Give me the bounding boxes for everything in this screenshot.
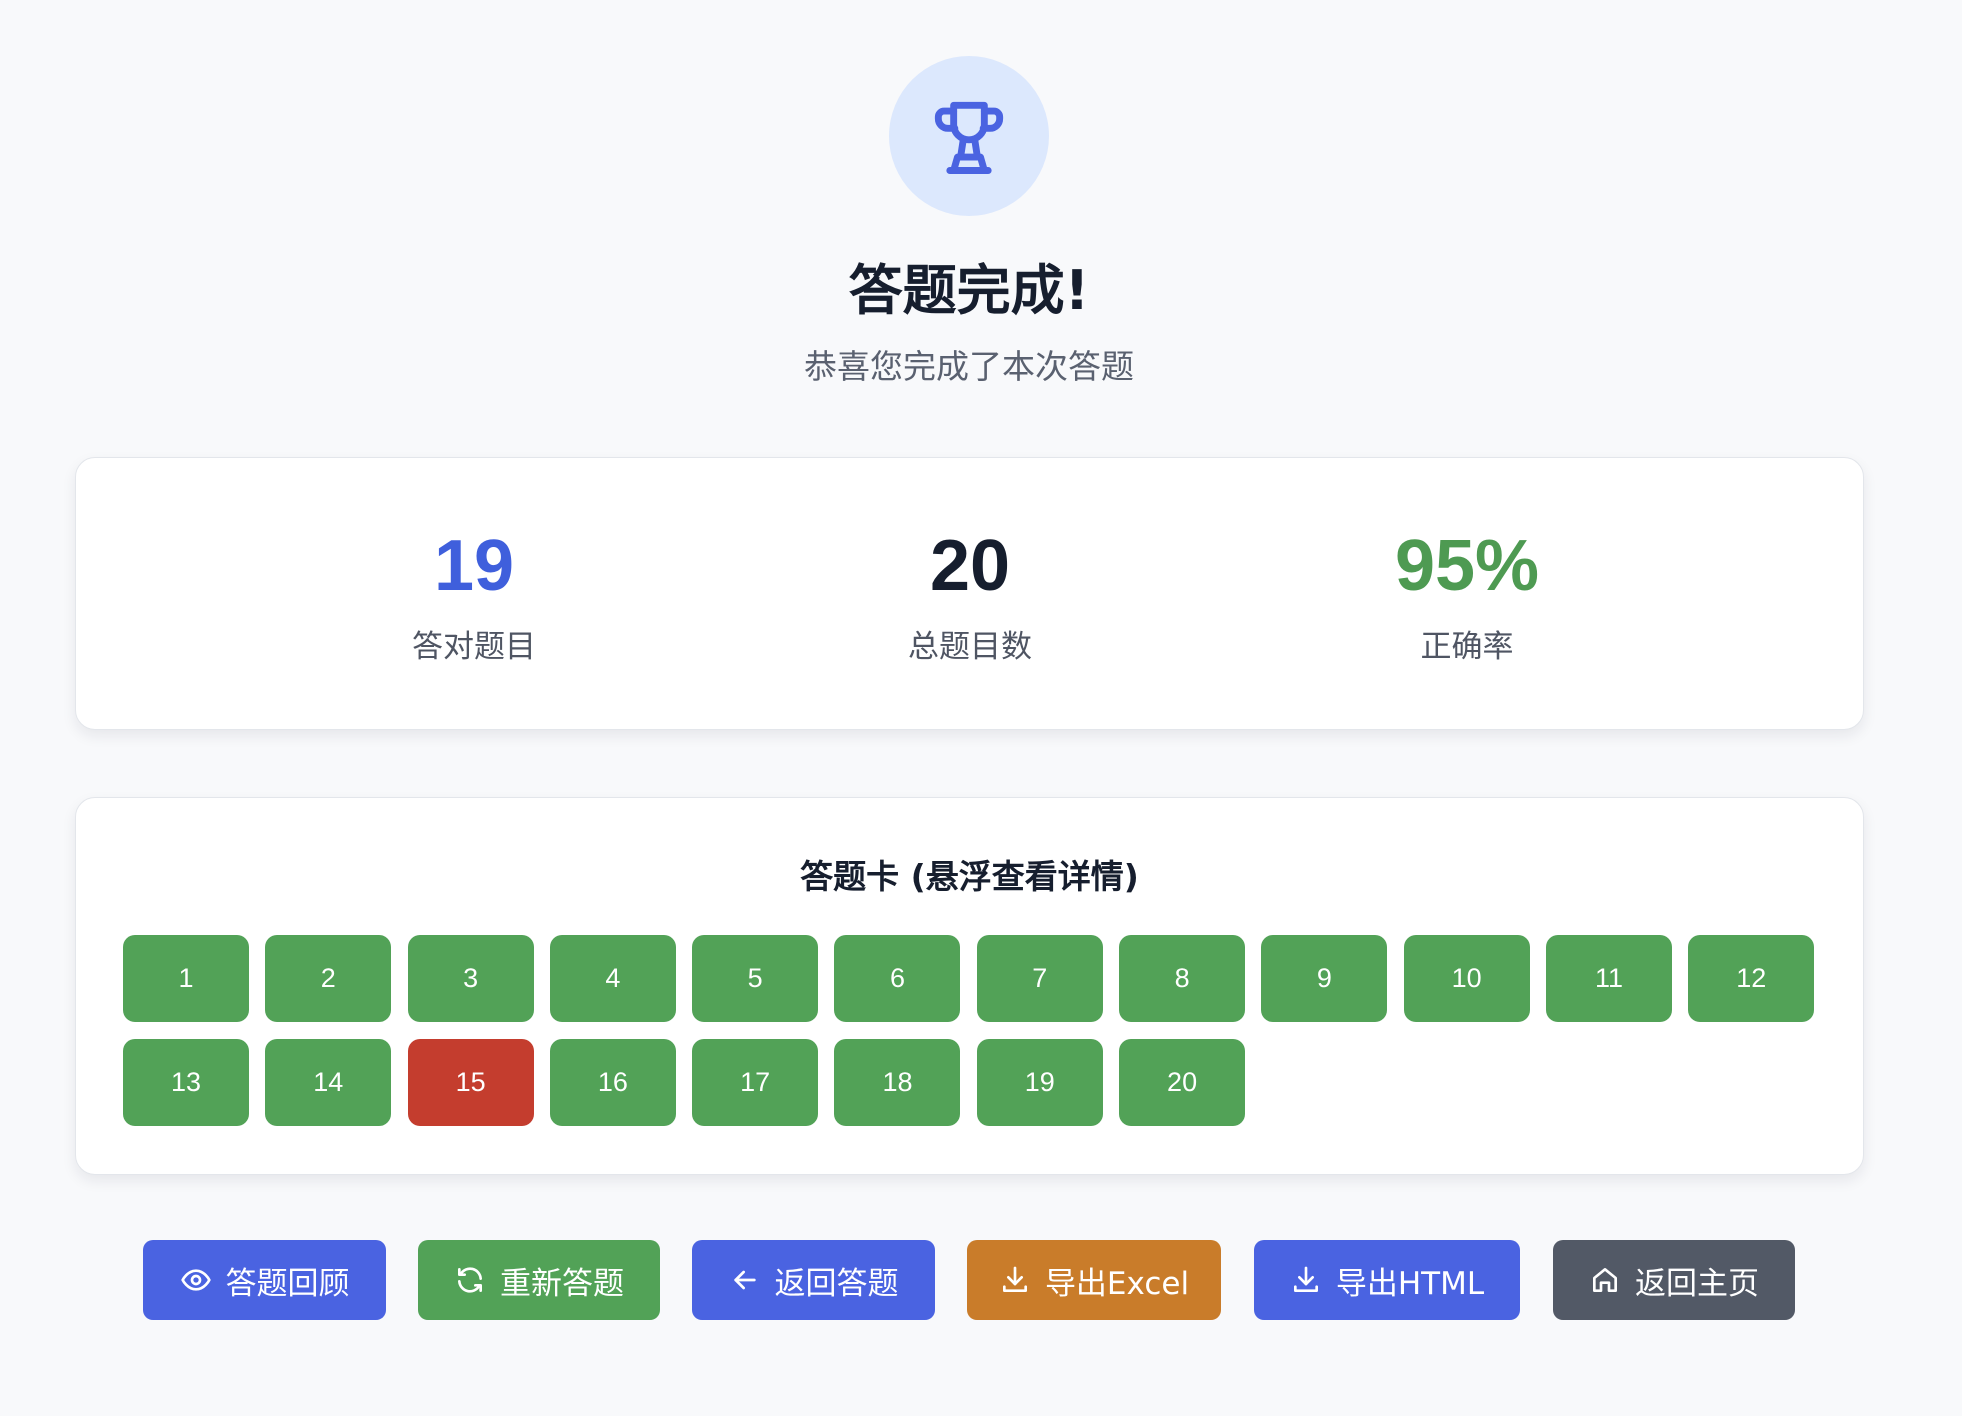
page-subtitle: 恭喜您完成了本次答题 — [804, 347, 1134, 386]
eye-icon — [180, 1269, 211, 1291]
export-excel-button-label: 导出Excel — [1044, 1265, 1190, 1302]
review-button-label: 答题回顾 — [225, 1265, 350, 1302]
answer-card-title: 答题卡 (悬浮查看详情) — [800, 857, 1139, 896]
stat-correct-value: 19 — [433, 526, 515, 606]
answer-cell[interactable]: 6 — [834, 935, 961, 1022]
home-button[interactable]: 返回主页 — [1553, 1240, 1795, 1320]
answer-card: 答题卡 (悬浮查看详情) 1 2 3 4 5 6 7 8 9 10 11 12 13 14 15 16 17 18… — [75, 797, 1864, 1175]
answer-cell[interactable]: 4 — [549, 935, 676, 1022]
trophy-icon — [934, 101, 1004, 174]
answer-cell[interactable]: 16 — [549, 1039, 676, 1126]
answer-cell[interactable]: 12 — [1688, 935, 1815, 1022]
page-title: 答题完成! — [848, 259, 1090, 322]
stat-accuracy-value: 95% — [1394, 526, 1540, 606]
export-html-button-label: 导出HTML — [1335, 1265, 1485, 1302]
export-html-button[interactable]: 导出HTML — [1254, 1240, 1520, 1320]
trophy-badge — [889, 56, 1049, 216]
answer-cell[interactable]: 14 — [265, 1039, 392, 1126]
stat-total: 20 总题目数 — [760, 458, 1180, 666]
stat-total-label: 总题目数 — [908, 629, 1032, 665]
stat-correct-label: 答对题目 — [412, 629, 536, 665]
stat-total-value: 20 — [929, 526, 1011, 606]
answer-cell[interactable]: 20 — [1119, 1039, 1246, 1126]
answer-cell[interactable]: 17 — [692, 1039, 819, 1126]
download-icon — [1293, 1266, 1318, 1292]
answer-cell[interactable]: 9 — [1261, 935, 1388, 1022]
answer-cell[interactable]: 18 — [834, 1039, 961, 1126]
home-icon — [1593, 1268, 1617, 1292]
quiz-result-page: 答题完成! 恭喜您完成了本次答题 19 答对题目 20 总题目数 95% 正确率… — [0, 0, 1962, 1416]
review-button[interactable]: 答题回顾 — [143, 1240, 386, 1320]
answer-cell[interactable]: 11 — [1545, 935, 1672, 1022]
answer-cell[interactable]: 2 — [265, 935, 392, 1022]
stat-correct: 19 答对题目 — [264, 458, 684, 666]
restart-button-label: 重新答题 — [500, 1265, 624, 1302]
restart-button[interactable]: 重新答题 — [418, 1240, 660, 1320]
answer-cell[interactable]: 3 — [407, 935, 534, 1022]
stat-accuracy: 95% 正确率 — [1257, 458, 1677, 666]
answer-cell[interactable]: 10 — [1403, 935, 1530, 1022]
answer-cell[interactable]: 7 — [976, 935, 1103, 1022]
answer-cell[interactable]: 5 — [692, 935, 819, 1022]
answer-cell[interactable]: 1 — [123, 935, 249, 1022]
stat-accuracy-label: 正确率 — [1420, 629, 1514, 665]
answer-grid: 1 2 3 4 5 6 7 8 9 10 11 12 13 14 15 16 17 18 19 20 — [123, 935, 1815, 1126]
export-excel-button[interactable]: 导出Excel — [967, 1240, 1221, 1320]
arrow-left-icon — [733, 1270, 756, 1290]
home-button-label: 返回主页 — [1635, 1265, 1759, 1302]
answer-cell[interactable]: 19 — [976, 1039, 1103, 1126]
answer-cell[interactable]: 8 — [1119, 935, 1246, 1022]
download-icon — [1002, 1266, 1027, 1292]
back-to-quiz-button[interactable]: 返回答题 — [692, 1240, 935, 1320]
answer-cell[interactable]: 13 — [123, 1039, 249, 1126]
answer-cell[interactable]: 15 — [407, 1039, 534, 1126]
refresh-icon — [458, 1267, 482, 1293]
back-to-quiz-button-label: 返回答题 — [774, 1265, 899, 1302]
stats-card: 19 答对题目 20 总题目数 95% 正确率 — [75, 457, 1864, 730]
